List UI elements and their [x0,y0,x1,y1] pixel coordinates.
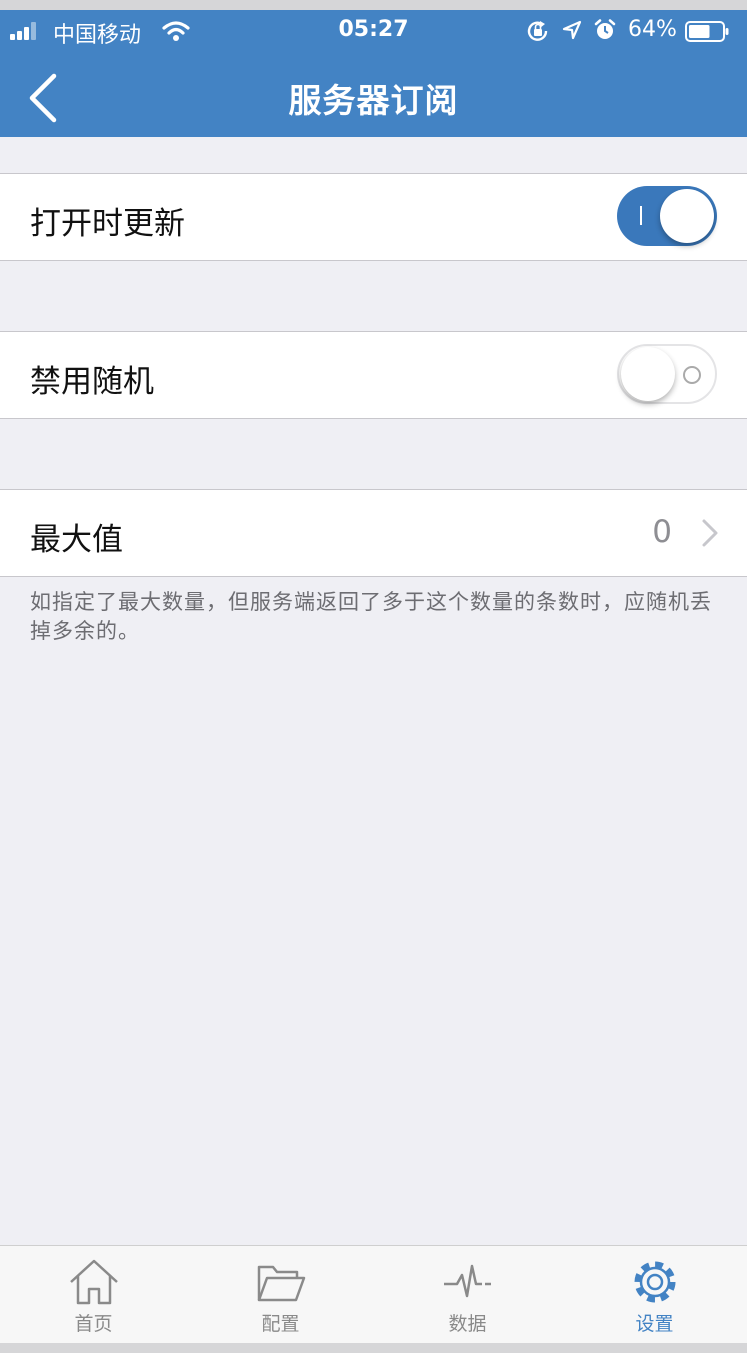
page-title: 服务器订阅 [288,81,459,120]
tab-home[interactable]: 首页 [0,1246,187,1343]
pulse-icon [444,1264,491,1298]
update-on-open-cell: 打开时更新 [0,173,747,261]
tab-data[interactable]: 数据 [374,1246,561,1343]
location-arrow-icon [562,20,582,40]
tab-settings[interactable]: 设置 [561,1246,747,1343]
toggle-knob [621,347,675,401]
top-bar: 中国移动 05:27 64% 服务器订阅 [0,10,747,137]
toggle-off-mark [683,366,701,384]
tab-bar: 首页 配置 数据 设置 [0,1245,747,1343]
max-value-footnote: 如指定了最大数量，但服务端返回了多于这个数量的条数时，应随机丢掉多余的。 [30,590,712,643]
max-value-cell[interactable]: 最大值 0 [0,489,747,577]
chevron-right-icon [702,519,718,547]
status-bar: 中国移动 05:27 64% [0,10,747,54]
rotation-lock-icon [527,21,548,41]
update-on-open-label: 打开时更新 [30,206,185,242]
disable-random-cell: 禁用随机 [0,331,747,419]
max-value-label: 最大值 [30,522,123,558]
battery-icon [685,21,729,42]
battery-percent: 64% [628,17,677,42]
tab-settings-label: 设置 [635,1313,674,1335]
tab-data-label: 数据 [448,1313,487,1335]
max-value-value: 0 [652,514,672,550]
tab-home-label: 首页 [74,1313,113,1335]
toggle-knob [660,189,714,243]
disable-random-label: 禁用随机 [30,364,154,400]
alarm-icon [594,19,616,39]
folder-icon [257,1265,306,1302]
toggle-on-mark [640,206,642,225]
disable-random-toggle[interactable] [617,344,717,404]
screen: 中国移动 05:27 64% 服务器订阅 打开时更新 禁用随机 最大值 0 如指… [0,10,747,1343]
gear-icon [634,1261,676,1303]
home-icon [70,1259,118,1305]
status-icons [526,18,620,44]
tab-config-label: 配置 [261,1313,300,1335]
tab-config[interactable]: 配置 [187,1246,374,1343]
update-on-open-toggle[interactable] [617,186,717,246]
